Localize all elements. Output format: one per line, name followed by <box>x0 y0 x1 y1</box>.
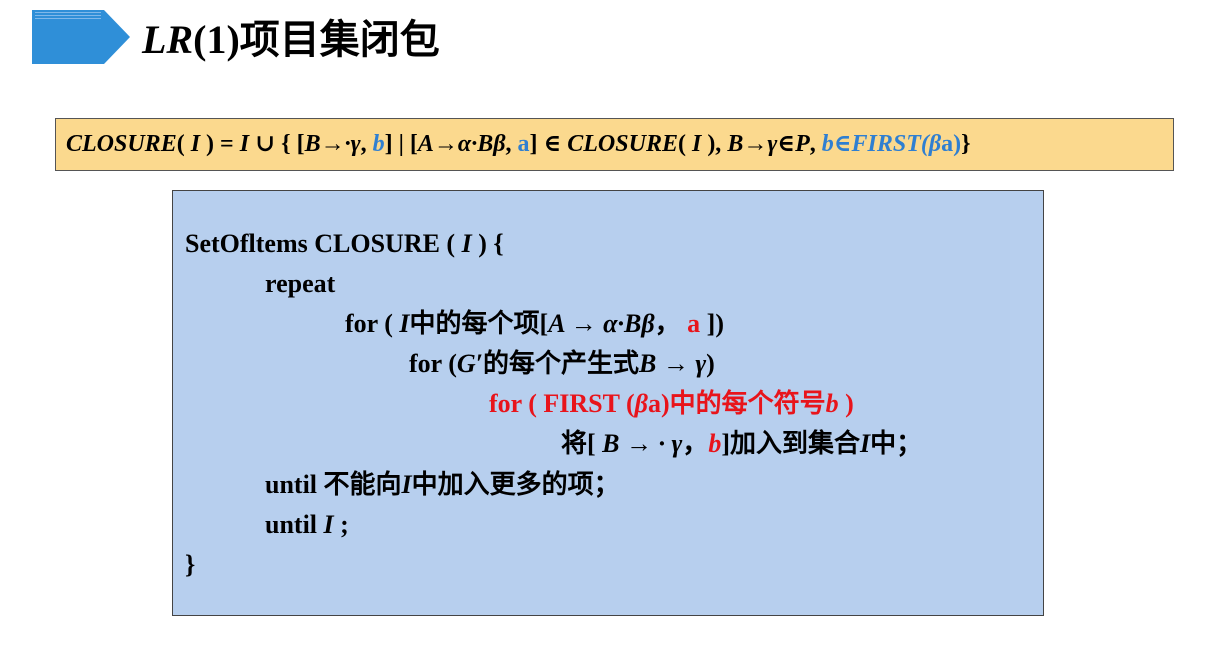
formula-comma-3: , <box>809 131 822 157</box>
formula-item-1: B→·γ <box>304 131 361 157</box>
title-lr: LR <box>142 17 194 62</box>
formula-closure-2: CLOSURE <box>567 131 678 157</box>
code-l4-b: 的每个产生式 <box>482 349 639 378</box>
code-l8-a: until <box>265 510 324 539</box>
formula-i-1: I <box>190 131 201 157</box>
code-line-6: 将[ B → · γ，b]加入到集合I中； <box>561 426 922 462</box>
code-l3-c: ， <box>654 309 681 338</box>
code-l5-b: a)中的每个符号 <box>647 389 826 418</box>
code-l6-c: ]加入到集合 <box>721 429 861 458</box>
code-l6-bb: b <box>708 429 722 458</box>
closure-algorithm-box: SetOfltems CLOSURE ( I ) { repeat for ( … <box>172 190 1044 616</box>
code-l5-c: ) <box>838 389 854 418</box>
formula-b-1: b <box>372 131 385 157</box>
formula-end: } <box>961 131 971 157</box>
formula-mid: ] | [ <box>384 131 418 157</box>
code-line-3: for ( I中的每个项[A → α·Bβ， a ]) <box>345 306 724 342</box>
title-rest: 项目集闭包 <box>239 17 440 62</box>
code-l3-item: A → α·Bβ <box>548 309 655 338</box>
formula-close-1: ) = <box>200 131 240 157</box>
formula-a-1: a <box>517 131 530 157</box>
code-line-5: for ( FIRST (βa)中的每个符号b ) <box>489 386 854 422</box>
code-l4-g: G′ <box>456 349 483 378</box>
code-l7-i: I <box>401 470 412 499</box>
code-l6-a: 将[ <box>561 429 603 458</box>
code-l6-i: I <box>860 429 871 458</box>
code-l1-a: SetOfltems CLOSURE ( <box>185 229 462 258</box>
code-l8-b: ; <box>333 510 349 539</box>
formula-closure-1: CLOSURE <box>66 131 177 157</box>
code-l6-b: ， <box>682 429 709 458</box>
code-l3-i: I <box>399 309 410 338</box>
code-l3-d: ]) <box>700 309 724 338</box>
code-l9: } <box>185 550 196 579</box>
code-l4-prod: B → γ <box>639 349 707 378</box>
formula-comma-2: , <box>505 131 518 157</box>
formula-i-3: I <box>691 131 702 157</box>
code-l7-a: until 不能向 <box>265 470 402 499</box>
code-line-1: SetOfltems CLOSURE ( I ) { <box>185 226 504 262</box>
code-line-8: until I ; <box>265 507 349 543</box>
code-l5-a: for ( FIRST ( <box>489 389 635 418</box>
formula-open-2: ( <box>677 131 692 157</box>
formula-b-2: b <box>821 131 834 157</box>
code-l6-d: 中； <box>870 429 923 458</box>
code-l8-i: I <box>323 510 334 539</box>
formula-item-2: A→α·Bβ <box>417 131 506 157</box>
code-l3-a2: a <box>680 309 701 338</box>
code-l1-b: ) { <box>471 229 504 258</box>
code-l4-c: ) <box>706 349 715 378</box>
formula-production: B→γ∈P <box>727 131 810 157</box>
code-l6-item: B → · γ <box>602 429 683 458</box>
code-l5-bb: b <box>825 389 839 418</box>
code-line-7: until 不能向I中加入更多的项； <box>265 467 620 503</box>
code-line-9: } <box>185 547 195 583</box>
code-line-4: for (G′的每个产生式B → γ) <box>409 346 715 382</box>
formula-comma-1: , <box>360 131 373 157</box>
code-l2: repeat <box>265 269 336 298</box>
code-l3-b: 中的每个项[ <box>409 309 549 338</box>
code-line-2: repeat <box>265 266 335 302</box>
title-arrow-bar <box>32 10 130 64</box>
formula-a-2: a) <box>941 131 962 157</box>
page-title: LR(1)项目集闭包 <box>142 10 440 70</box>
title-paren: (1) <box>193 17 240 62</box>
code-l5-beta: β <box>634 389 648 418</box>
code-l4-a: for ( <box>409 349 457 378</box>
formula-i-2: I <box>239 131 250 157</box>
formula-in-1: ] ∈ <box>529 131 568 157</box>
closure-formula: CLOSURE( I ) = I ∪ { [B→·γ, b] | [A→α·Bβ… <box>55 118 1174 171</box>
formula-union: ∪ { [ <box>249 131 305 157</box>
formula-close-2: ), <box>701 131 728 157</box>
code-l7-b: 中加入更多的项； <box>411 470 620 499</box>
code-l3-a: for ( <box>345 309 400 338</box>
formula-first: FIRST(β <box>851 131 942 157</box>
code-l1-i: I <box>461 229 472 258</box>
formula-open-1: ( <box>176 131 191 157</box>
formula-in-2: ∈ <box>833 131 852 157</box>
